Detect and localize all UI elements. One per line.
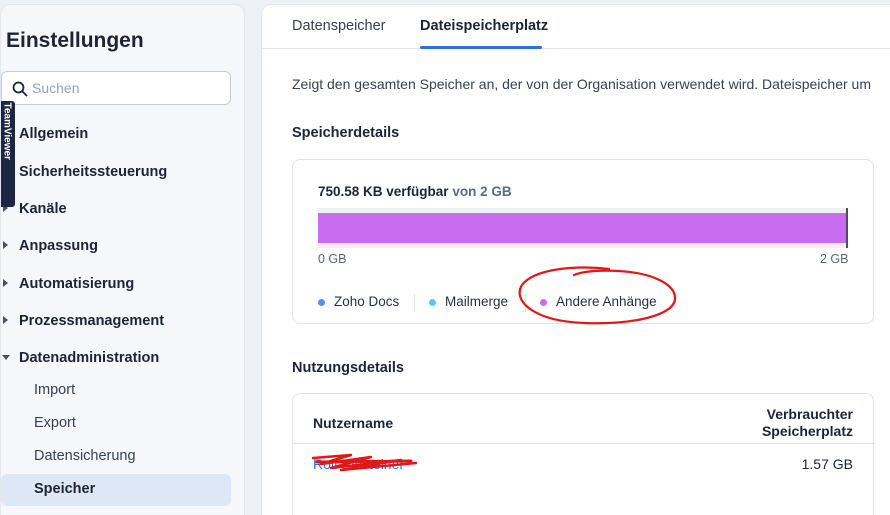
sidebar-item-kanaele[interactable]: Kanäle (1, 193, 244, 225)
sidebar-subitem-label: Datensicherung (34, 448, 136, 464)
sidebar-item-allgemein[interactable]: Allgemein (1, 118, 244, 150)
sidebar-subitem-label: Export (34, 415, 76, 431)
column-header-username: Nutzername (313, 415, 394, 431)
sidebar-item-label: Anpassung (19, 238, 98, 254)
chevron-right-icon (3, 241, 8, 249)
legend-label: Andere Anhänge (556, 294, 657, 309)
storage-bar-end-marker (846, 208, 848, 248)
chevron-right-icon (3, 316, 8, 324)
tab-datenspeicher[interactable]: Datenspeicher (292, 18, 386, 34)
active-tab-indicator (420, 46, 542, 49)
sidebar-item-prozessmanagement[interactable]: Prozessmanagement (1, 305, 244, 337)
storage-bar (318, 208, 848, 248)
legend-divider (525, 294, 526, 312)
legend-label: Mailmerge (445, 294, 509, 309)
sidebar-title: Einstellungen (6, 29, 144, 52)
column-header-used-storage: Verbrauchter Speicherplatz (761, 406, 853, 439)
sidebar-subitem-label: Import (34, 382, 76, 398)
settings-sidebar: Einstellungen Allgemein Sicherheitssteue… (0, 4, 245, 515)
available-storage: 750.58 KB verfügbar von 2 GB (318, 184, 512, 199)
sidebar-subitem-export[interactable]: Export (1, 408, 231, 440)
tab-bar: Datenspeicher Dateispeicherplatz (262, 5, 890, 49)
sidebar-subitem-datensicherung[interactable]: Datensicherung (1, 441, 231, 473)
sidebar-subitem-label: Speicher (34, 481, 96, 497)
sidebar-item-label: Automatisierung (19, 276, 135, 292)
legend-dot (540, 299, 547, 306)
sidebar-item-label: Prozessmanagement (19, 313, 165, 329)
chevron-down-icon (2, 355, 10, 360)
sidebar-item-automatisierung[interactable]: Automatisierung (1, 268, 244, 300)
usage-details-table: Nutzername Verbrauchter Speicherplatz Ro… (292, 393, 875, 515)
tab-dateispeicherplatz[interactable]: Dateispeicherplatz (420, 18, 548, 34)
sidebar-subitem-speicher[interactable]: Speicher (1, 474, 231, 506)
sidebar-item-label: Kanäle (19, 201, 67, 217)
storage-details-card: 750.58 KB verfügbar von 2 GB 0 GB 2 GB Z… (292, 159, 874, 324)
search-icon (12, 81, 28, 97)
total-storage: von 2 GB (452, 184, 512, 199)
usage-details-title: Nutzungsdetails (292, 360, 404, 376)
page-description: Zeigt den gesamten Speicher an, der von … (292, 76, 871, 92)
table-header-divider (293, 443, 875, 444)
storage-bar-fill-other-attachments (318, 213, 846, 243)
search-input[interactable] (32, 78, 222, 98)
legend-label: Zoho Docs (334, 294, 400, 309)
axis-max-label: 2 GB (820, 252, 849, 266)
storage-details-title: Speicherdetails (292, 125, 400, 141)
sidebar-item-label: Allgemein (19, 126, 89, 142)
teamviewer-label: TeamViewer (1, 102, 13, 160)
sidebar-subitem-import[interactable]: Import (1, 375, 231, 407)
main-panel: Datenspeicher Dateispeicherplatz Zeigt d… (261, 4, 890, 515)
username-link[interactable]: Rolf Einsteiner (313, 456, 404, 472)
used-storage-value: 1.57 GB (801, 456, 853, 472)
sidebar-item-sicherheitssteuerung[interactable]: Sicherheitssteuerung (1, 156, 244, 188)
search-box[interactable] (1, 71, 231, 105)
legend-divider (414, 294, 415, 312)
legend-dot (318, 299, 325, 306)
chevron-right-icon (3, 279, 8, 287)
axis-min-label: 0 GB (318, 252, 347, 266)
available-value: 750.58 KB verfügbar (318, 184, 449, 199)
legend-dot (429, 299, 436, 306)
teamviewer-tab[interactable]: TeamViewer (1, 101, 15, 207)
sidebar-item-anpassung[interactable]: Anpassung (1, 230, 244, 262)
sidebar-item-datenadministration[interactable]: Datenadministration (1, 342, 244, 374)
sidebar-item-label: Datenadministration (19, 350, 160, 366)
sidebar-item-label: Sicherheitssteuerung (19, 164, 168, 180)
